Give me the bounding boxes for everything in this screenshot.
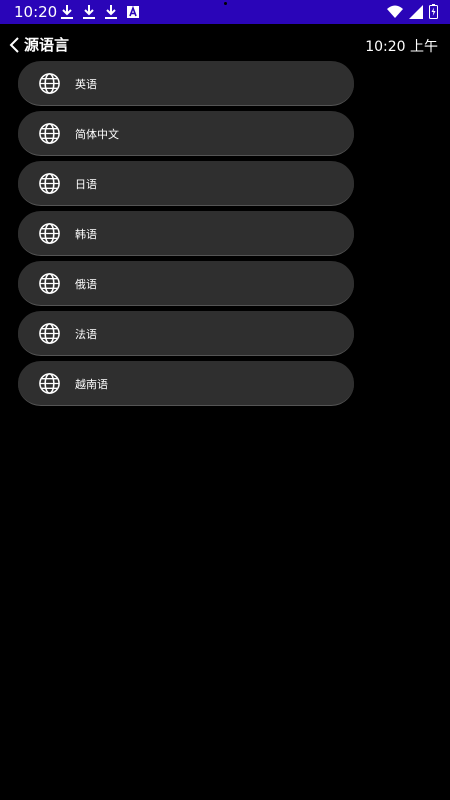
download-icon <box>61 5 73 19</box>
globe-icon <box>39 173 60 194</box>
globe-icon <box>39 373 60 394</box>
header: 源语言 10:20 上午 <box>0 24 450 66</box>
notification-icons <box>60 4 140 20</box>
language-item-simplified-chinese[interactable]: 简体中文 <box>18 111 354 156</box>
language-item-french[interactable]: 法语 <box>18 311 354 356</box>
download-icon <box>83 5 95 19</box>
system-icons <box>387 4 438 19</box>
language-item-english[interactable]: 英语 <box>18 61 354 106</box>
language-label: 韩语 <box>75 228 97 241</box>
chevron-left-icon <box>9 36 19 53</box>
a-icon <box>127 5 139 18</box>
language-list: 英语 简体中文 日语 韩语 俄语 法语 越南语 <box>18 61 354 411</box>
page-title: 源语言 <box>24 36 70 54</box>
language-item-japanese[interactable]: 日语 <box>18 161 354 206</box>
language-item-korean[interactable]: 韩语 <box>18 211 354 256</box>
language-item-vietnamese[interactable]: 越南语 <box>18 361 354 406</box>
wifi-icon <box>387 5 403 18</box>
back-button[interactable]: 源语言 <box>8 34 69 55</box>
header-time: 10:20 上午 <box>365 39 438 55</box>
language-label: 日语 <box>75 178 97 191</box>
camera-dot <box>224 2 227 5</box>
language-label: 俄语 <box>75 278 97 291</box>
language-label: 法语 <box>75 328 97 341</box>
globe-icon <box>39 123 60 144</box>
language-label: 简体中文 <box>75 128 119 141</box>
signal-icon <box>409 4 423 19</box>
status-bar: 10:20 <box>0 0 450 24</box>
globe-icon <box>39 223 60 244</box>
language-label: 英语 <box>75 78 97 91</box>
status-time: 10:20 <box>14 3 58 21</box>
language-label: 越南语 <box>75 378 108 391</box>
globe-icon <box>39 273 60 294</box>
battery-icon <box>429 4 438 19</box>
download-icon <box>105 5 117 19</box>
language-item-russian[interactable]: 俄语 <box>18 261 354 306</box>
globe-icon <box>39 73 60 94</box>
globe-icon <box>39 323 60 344</box>
